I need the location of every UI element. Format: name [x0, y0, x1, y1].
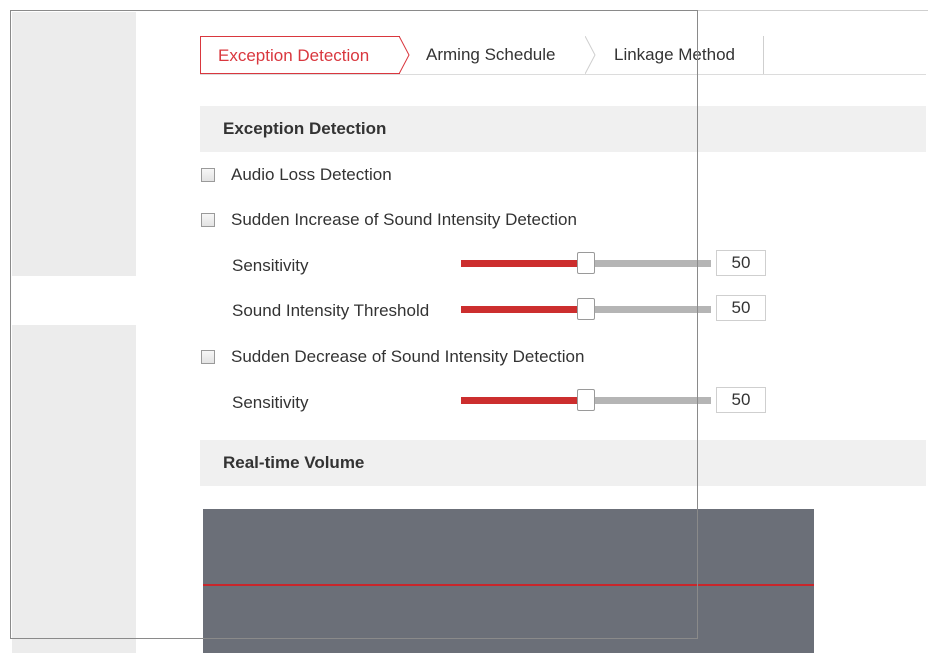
decrease-sensitivity-value[interactable]: [716, 387, 766, 413]
sudden-increase-label: Sudden Increase of Sound Intensity Detec…: [231, 210, 577, 229]
section-header-realtime-volume: Real-time Volume: [200, 440, 926, 486]
slider-thumb[interactable]: [577, 298, 595, 320]
sudden-increase-row: Sudden Increase of Sound Intensity Detec…: [201, 208, 577, 232]
audio-loss-row: Audio Loss Detection: [201, 163, 392, 187]
decrease-sensitivity-slider[interactable]: [461, 388, 711, 412]
section-header-exception-detection: Exception Detection: [200, 106, 926, 152]
audio-loss-label: Audio Loss Detection: [231, 165, 392, 184]
slider-fill: [461, 397, 586, 404]
slider-thumb[interactable]: [577, 389, 595, 411]
sudden-increase-checkbox[interactable]: [201, 213, 215, 227]
overlay-frame-right: [697, 10, 698, 638]
threshold-value[interactable]: [716, 295, 766, 321]
increase-sensitivity-label: Sensitivity: [232, 256, 309, 275]
slider-fill: [461, 260, 586, 267]
left-sidebar-bottom: [12, 325, 136, 653]
tab-arming-schedule[interactable]: Arming Schedule: [426, 36, 555, 74]
sudden-decrease-label: Sudden Decrease of Sound Intensity Detec…: [231, 347, 585, 366]
overlay-frame-bottom: [10, 638, 698, 639]
sudden-decrease-row: Sudden Decrease of Sound Intensity Detec…: [201, 345, 584, 369]
tab-label: Linkage Method: [614, 45, 735, 64]
tab-label: Arming Schedule: [426, 45, 556, 64]
audio-loss-checkbox[interactable]: [201, 168, 215, 182]
overlay-frame-top: [10, 10, 698, 11]
decrease-sensitivity-label: Sensitivity: [232, 393, 309, 412]
threshold-label: Sound Intensity Threshold: [232, 301, 430, 320]
left-sidebar-top: [12, 12, 136, 276]
tab-bar: Exception Detection Arming Schedule Link…: [200, 36, 926, 75]
realtime-volume-panel: [203, 509, 814, 653]
slider-fill: [461, 306, 586, 313]
tab-label: Exception Detection: [218, 46, 370, 65]
volume-threshold-line: [203, 584, 814, 586]
tab-divider: [763, 36, 764, 74]
overlay-frame-left: [10, 10, 11, 638]
threshold-slider[interactable]: [461, 297, 711, 321]
increase-sensitivity-value[interactable]: [716, 250, 766, 276]
tab-chevron-active-icon: [399, 36, 410, 74]
sudden-decrease-checkbox[interactable]: [201, 350, 215, 364]
tab-linkage-method[interactable]: Linkage Method: [614, 36, 735, 74]
tab-exception-detection[interactable]: Exception Detection: [200, 36, 400, 74]
overlay-frame-top-extension: [698, 10, 928, 11]
tab-chevron-icon: [585, 36, 596, 74]
page: Exception Detection Arming Schedule Link…: [0, 0, 931, 653]
slider-thumb[interactable]: [577, 252, 595, 274]
increase-sensitivity-slider[interactable]: [461, 251, 711, 275]
